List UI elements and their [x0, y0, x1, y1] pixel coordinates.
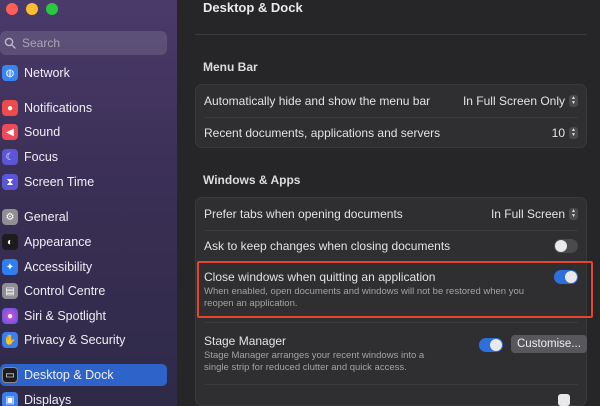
select-value: In Full Screen Only: [462, 94, 565, 108]
setting-row-recent-items: Recent documents, applications and serve…: [196, 117, 586, 149]
divider: [195, 34, 587, 35]
toggle-knob: [490, 339, 502, 351]
speaker-icon: ◀: [2, 124, 18, 140]
setting-label: Stage Manager: [204, 334, 287, 348]
bell-icon: ●: [2, 100, 18, 116]
close-window-button[interactable]: [6, 3, 18, 15]
toggle-knob: [555, 240, 567, 252]
search-icon: [4, 37, 16, 49]
setting-label: Prefer tabs when opening documents: [204, 207, 403, 221]
sidebar-item-label: Appearance: [24, 235, 92, 249]
section-title-menu-bar: Menu Bar: [203, 60, 258, 74]
hand-icon: ✋: [2, 332, 18, 348]
toggle-wrapper: [554, 239, 578, 253]
up-down-chevron-icon: ▲ ▼: [569, 95, 578, 107]
appearance-icon: ◐: [2, 234, 18, 250]
setting-row-ask-keep-changes: Ask to keep changes when closing documen…: [196, 230, 586, 262]
sidebar-item-screen-time[interactable]: ⧗ Screen Time: [0, 171, 167, 193]
prefer-tabs-select[interactable]: In Full Screen ▲ ▼: [491, 207, 578, 221]
section-title-windows-apps: Windows & Apps: [203, 173, 301, 187]
control-centre-icon: ▤: [2, 283, 18, 299]
page-title: Desktop & Dock: [203, 0, 303, 15]
sidebar-item-privacy-security[interactable]: ✋ Privacy & Security: [0, 329, 167, 351]
sidebar-item-label: General: [24, 210, 69, 224]
sidebar-item-label: Desktop & Dock: [24, 368, 114, 382]
sidebar-item-label: Displays: [24, 393, 72, 406]
sidebar-item-label: Siri & Spotlight: [24, 309, 106, 323]
recent-items-stepper[interactable]: 10 ▲ ▼: [552, 126, 578, 140]
sidebar-item-control-centre[interactable]: ▤ Control Centre: [0, 280, 167, 302]
sidebar: ◍ Network ● Notifications ◀ Sound ☾ Focu…: [0, 0, 177, 406]
sidebar-item-displays[interactable]: ▣ Displays: [0, 389, 167, 406]
sidebar-item-label: Network: [24, 66, 70, 80]
ask-keep-changes-toggle[interactable]: [554, 239, 578, 253]
setting-label: Recent documents, applications and serve…: [204, 126, 441, 140]
row-separator: [204, 384, 578, 385]
up-down-chevron-icon: ▲ ▼: [569, 127, 578, 139]
window-controls: [6, 3, 58, 15]
gear-icon: ⚙: [2, 209, 18, 225]
sidebar-item-appearance[interactable]: ◐ Appearance: [0, 231, 167, 253]
dock-icon: ▭: [2, 367, 18, 383]
menu-bar-group: Automatically hide and show the menu bar…: [195, 84, 587, 148]
sidebar-item-network[interactable]: ◍ Network: [0, 62, 167, 84]
stepper-value: 10: [551, 126, 565, 140]
sidebar-item-label: Control Centre: [24, 284, 106, 298]
search-input[interactable]: [22, 36, 162, 50]
main-panel: Desktop & Dock Menu Bar Automatically hi…: [177, 0, 600, 406]
hourglass-icon: ⧗: [2, 174, 18, 190]
sidebar-item-general[interactable]: ⚙ General: [0, 206, 167, 228]
accessibility-icon: ✦: [2, 259, 18, 275]
sidebar-item-label: Notifications: [24, 101, 93, 115]
up-down-chevron-icon: ▲ ▼: [569, 208, 578, 220]
siri-icon: ●: [2, 308, 18, 324]
highlight-box: [197, 261, 593, 318]
setting-row-stage-manager: Stage Manager Customise... Stage Manager…: [196, 322, 587, 378]
sidebar-item-label: Focus: [24, 150, 59, 164]
sidebar-item-desktop-dock[interactable]: ▭ Desktop & Dock: [0, 364, 167, 386]
setting-row-autohide-menu-bar: Automatically hide and show the menu bar…: [196, 85, 586, 117]
sidebar-item-sound[interactable]: ◀ Sound: [0, 121, 167, 143]
zoom-window-button[interactable]: [46, 3, 58, 15]
sidebar-item-label: Privacy & Security: [24, 333, 126, 347]
setting-description: Stage Manager arranges your recent windo…: [204, 350, 424, 374]
sidebar-item-accessibility[interactable]: ✦ Accessibility: [0, 256, 167, 278]
customise-button[interactable]: Customise...: [511, 335, 587, 353]
search-field[interactable]: [0, 31, 167, 55]
description-line: single strip for reduced clutter and qui…: [204, 362, 407, 373]
sidebar-item-label: Sound: [24, 125, 61, 139]
setting-label: Automatically hide and show the menu bar: [204, 94, 431, 108]
sidebar-item-focus[interactable]: ☾ Focus: [0, 146, 167, 168]
description-line: Stage Manager arranges your recent windo…: [204, 350, 425, 361]
sidebar-item-siri-spotlight[interactable]: ● Siri & Spotlight: [0, 305, 167, 327]
display-icon: ▣: [2, 392, 18, 406]
setting-label: Ask to keep changes when closing documen…: [204, 239, 451, 253]
sidebar-item-notifications[interactable]: ● Notifications: [0, 97, 167, 119]
partial-checkbox[interactable]: [558, 394, 570, 406]
sidebar-item-label: Accessibility: [24, 260, 93, 274]
autohide-menu-bar-select[interactable]: In Full Screen Only ▲ ▼: [463, 94, 578, 108]
sidebar-item-label: Screen Time: [24, 175, 95, 189]
select-value: In Full Screen: [490, 207, 565, 221]
moon-icon: ☾: [2, 149, 18, 165]
stage-manager-toggle[interactable]: [479, 338, 503, 352]
setting-row-prefer-tabs: Prefer tabs when opening documents In Fu…: [196, 198, 586, 230]
minimize-window-button[interactable]: [26, 3, 38, 15]
globe-icon: ◍: [2, 65, 18, 81]
